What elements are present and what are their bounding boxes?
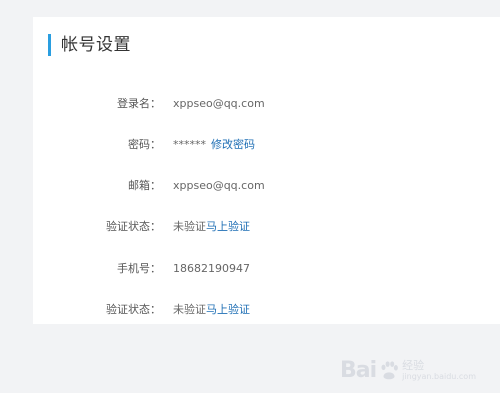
watermark-jingyan: 经验: [402, 359, 425, 372]
login-name-row: 登录名： xppseo@qq.com: [33, 95, 265, 113]
phone-label: 手机号：: [117, 262, 161, 275]
email-value: xppseo@qq.com: [173, 179, 265, 192]
phone-row: 手机号： 18682190947: [33, 260, 250, 278]
page-title: 帐号设置: [61, 35, 131, 55]
login-name-value: xppseo@qq.com: [173, 97, 265, 110]
password-value: ******: [173, 138, 206, 151]
phone-verification-row: 验证状态： 未验证 马上验证: [33, 301, 250, 319]
phone-verification-status: 未验证: [173, 303, 206, 316]
paw-icon: [381, 360, 399, 379]
verify-email-link[interactable]: 马上验证: [206, 218, 250, 236]
verify-phone-link[interactable]: 马上验证: [206, 301, 250, 319]
watermark-brand: Bai: [340, 358, 377, 383]
email-verification-status: 未验证: [173, 220, 206, 233]
phone-value: 18682190947: [173, 262, 250, 275]
watermark-url: jingyan.baidu.com: [402, 372, 476, 381]
email-verification-row: 验证状态： 未验证 马上验证: [33, 218, 250, 236]
change-password-link[interactable]: 修改密码: [211, 136, 255, 154]
email-label: 邮箱：: [128, 179, 161, 192]
email-verification-label: 验证状态：: [106, 220, 161, 233]
account-settings-card: 帐号设置 登录名： xppseo@qq.com 密码： ****** 修改密码 …: [33, 17, 500, 324]
baidu-jingyan-watermark: Bai 经验 jingyan.baidu.com: [340, 358, 476, 383]
phone-verification-label: 验证状态：: [106, 303, 161, 316]
login-name-label: 登录名：: [117, 97, 161, 110]
email-row: 邮箱： xppseo@qq.com: [33, 177, 265, 195]
header-accent-bar: [48, 34, 51, 56]
password-row: 密码： ****** 修改密码: [33, 136, 255, 154]
section-header: 帐号设置: [48, 34, 131, 56]
password-label: 密码：: [128, 138, 161, 151]
